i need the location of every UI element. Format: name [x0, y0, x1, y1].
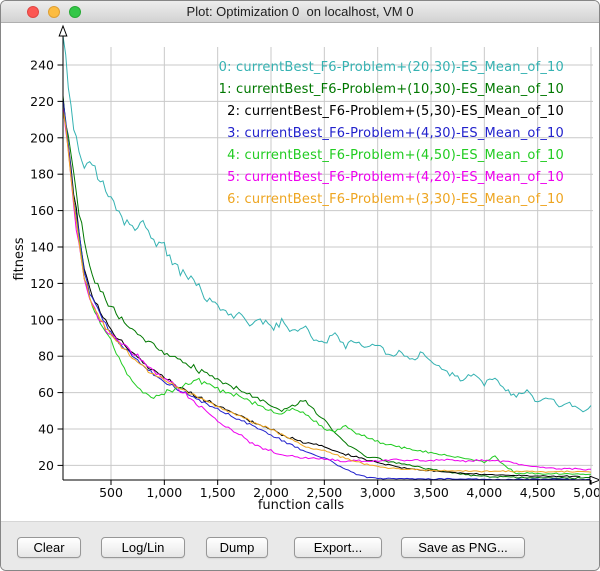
legend-entry: 6: currentBest_F6-Problem+(3,30)-ES_Mean…	[219, 189, 564, 211]
save-as-png-button[interactable]: Save as PNG...	[401, 537, 525, 558]
y-tick-label: 100	[30, 312, 54, 327]
legend-entry: 2: currentBest_F6-Problem+(5,30)-ES_Mean…	[219, 101, 564, 123]
legend-entry: 1: currentBest_F6-Problem+(10,30)-ES_Mea…	[219, 79, 564, 101]
y-tick-label: 40	[38, 422, 54, 437]
y-tick-label: 80	[38, 349, 54, 364]
legend: 0: currentBest_F6-Problem+(20,30)-ES_Mea…	[219, 57, 564, 211]
export-button[interactable]: Export...	[294, 537, 382, 558]
plot-panel: 204060801001201401601802002202405001,000…	[1, 23, 600, 521]
titlebar: Plot: Optimization 0 on localhost, VM 0	[1, 1, 599, 23]
window-title: Plot: Optimization 0 on localhost, VM 0	[1, 4, 599, 19]
y-tick-label: 20	[38, 458, 54, 473]
y-tick-label: 120	[30, 276, 54, 291]
y-axis-label: fitness	[12, 224, 28, 294]
plot-window: Plot: Optimization 0 on localhost, VM 0 …	[0, 0, 600, 571]
legend-entry: 4: currentBest_F6-Problem+(4,50)-ES_Mean…	[219, 145, 564, 167]
legend-entry: 3: currentBest_F6-Problem+(4,30)-ES_Mean…	[219, 123, 564, 145]
y-tick-label: 240	[30, 58, 54, 73]
clear-button[interactable]: Clear	[17, 537, 81, 558]
y-tick-label: 220	[30, 94, 54, 109]
y-tick-label: 180	[30, 167, 54, 182]
legend-entry: 0: currentBest_F6-Problem+(20,30)-ES_Mea…	[219, 57, 564, 79]
y-tick-label: 60	[38, 385, 54, 400]
y-tick-label: 160	[30, 203, 54, 218]
dump-button[interactable]: Dump	[206, 537, 268, 558]
y-tick-label: 140	[30, 240, 54, 255]
legend-entry: 5: currentBest_F6-Problem+(4,20)-ES_Mean…	[219, 167, 564, 189]
log-lin-button[interactable]: Log/Lin	[101, 537, 185, 558]
x-axis-label: function calls	[1, 498, 600, 513]
y-tick-label: 200	[30, 130, 54, 145]
button-bar: Clear Log/Lin Dump Export... Save as PNG…	[1, 521, 600, 571]
y-axis-arrow-icon	[59, 26, 67, 36]
